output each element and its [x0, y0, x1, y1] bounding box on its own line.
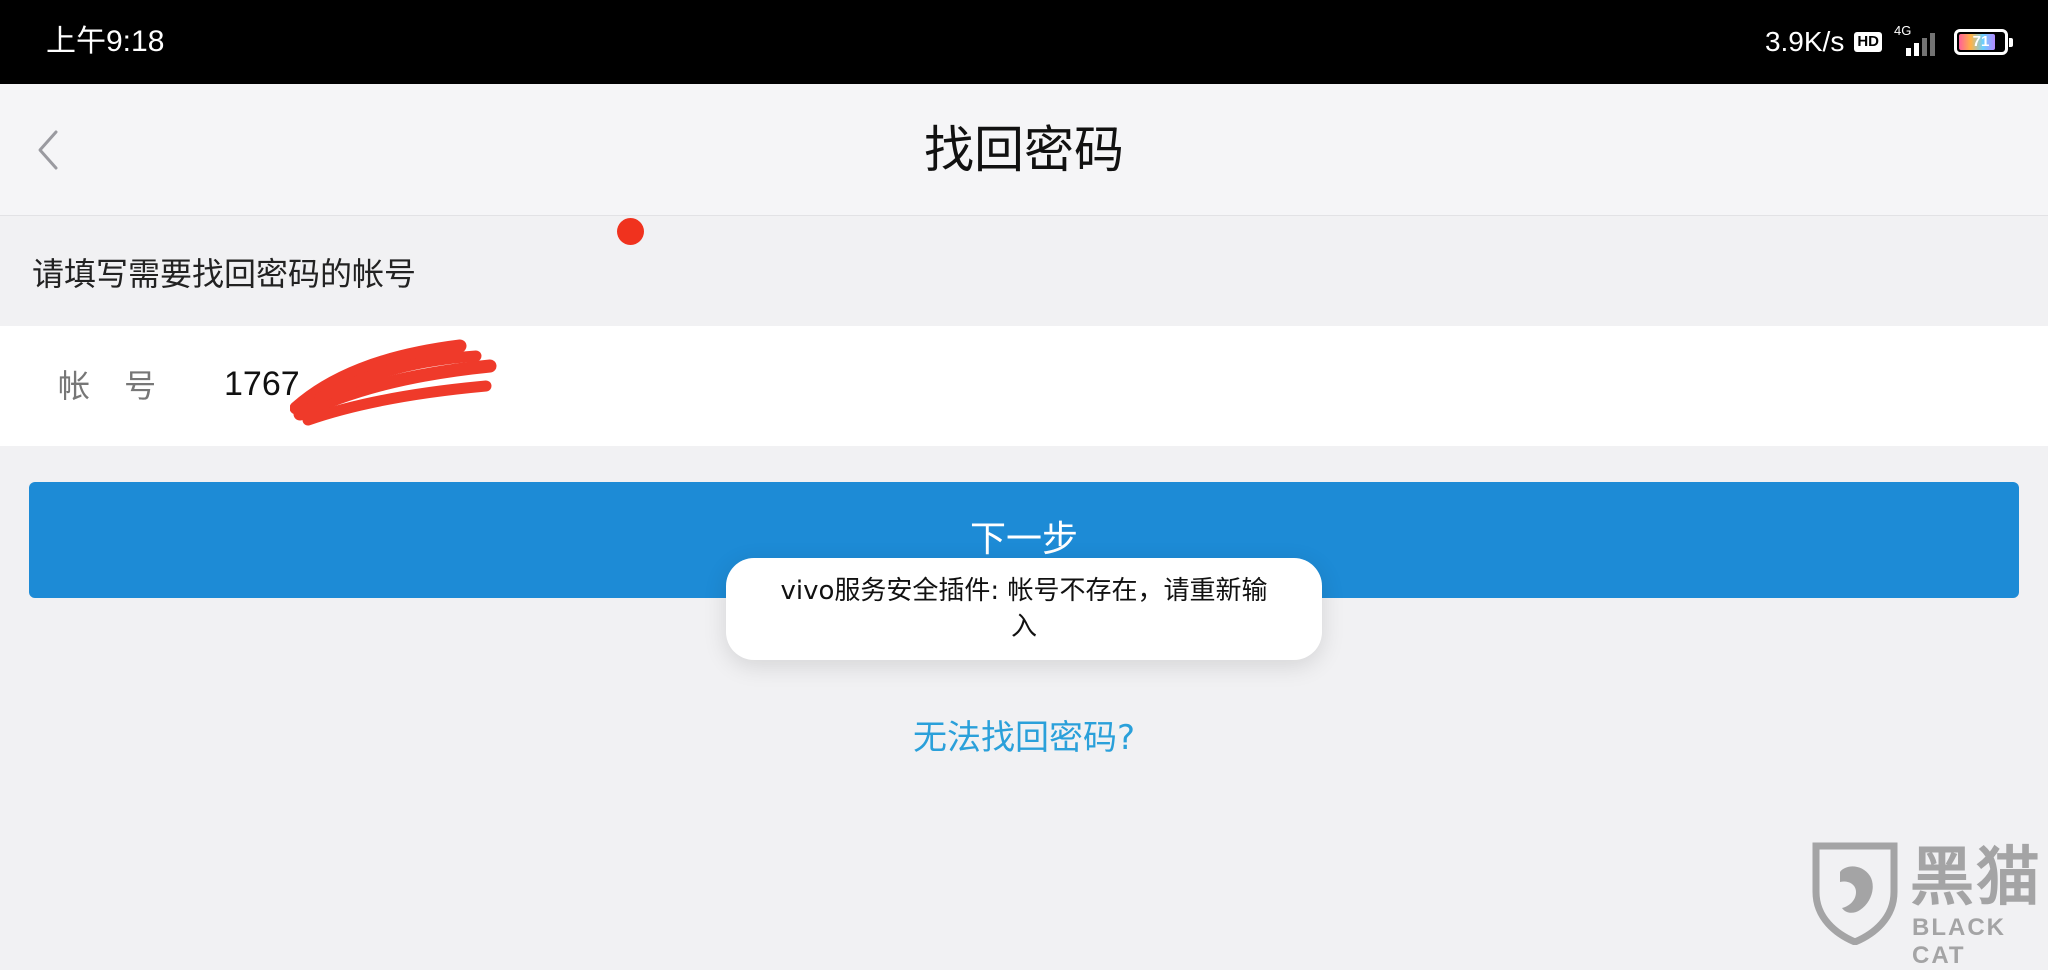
battery-level: 71 — [1972, 33, 1990, 50]
toast-text: vivo服务安全插件: 帐号不存在，请重新输入 — [780, 576, 1268, 642]
watermark: 黑猫 BLACK CAT — [1802, 841, 2048, 969]
battery-icon: 71 — [1954, 29, 2013, 55]
status-time: 上午9:18 — [46, 25, 165, 58]
watermark-name-cn: 黑猫 — [1910, 841, 2042, 915]
network-type: 4G — [1894, 23, 1912, 38]
watermark-name-en: BLACK CAT — [1912, 914, 2006, 969]
network-speed: 3.9K/s — [1764, 26, 1845, 57]
hd-icon: HD — [1854, 32, 1882, 52]
instruction-text: 请填写需要找回密码的帐号 — [32, 255, 417, 293]
cannot-recover-link[interactable]: 无法找回密码? — [0, 716, 2048, 760]
status-indicators: 3.9K/s HD 4G 71 — [1764, 20, 2013, 64]
black-cat-logo-icon — [1812, 842, 1898, 945]
toast-message: vivo服务安全插件: 帐号不存在，请重新输入 — [726, 558, 1322, 660]
signal-icon: 4G — [1892, 23, 1944, 58]
page-title: 找回密码 — [924, 121, 1124, 179]
status-bar: 上午9:18 3.9K/s HD 4G 71 — [0, 0, 2048, 84]
redaction-scribble — [290, 339, 497, 426]
header: 找回密码 — [0, 84, 2048, 216]
account-label: 帐 号 — [58, 367, 169, 405]
notification-dot — [617, 218, 644, 245]
